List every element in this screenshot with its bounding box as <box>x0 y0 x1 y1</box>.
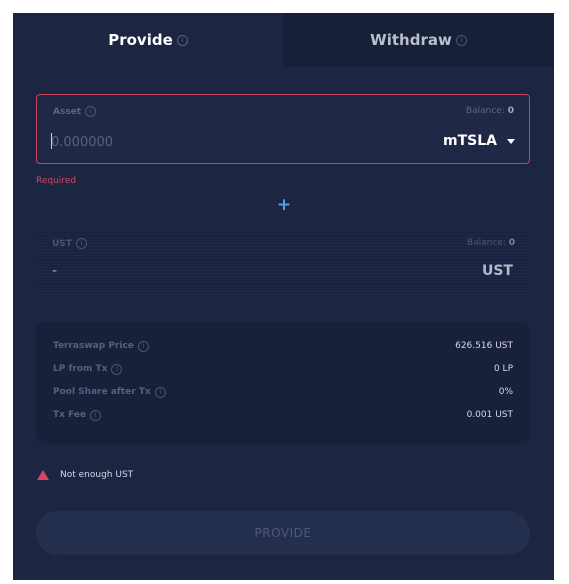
asset-balance[interactable]: Balance: 0 <box>466 106 514 116</box>
tab-bar: Provide i Withdraw i <box>13 13 554 67</box>
ust-label-text: UST <box>52 238 72 249</box>
summary-value: 0 LP <box>493 364 513 374</box>
info-icon[interactable]: i <box>176 34 188 46</box>
tab-provide[interactable]: Provide i <box>13 13 283 67</box>
summary-label-text: LP from Tx <box>53 364 108 374</box>
asset-balance-label: Balance: <box>465 106 505 116</box>
summary-label-text: Tx Fee <box>53 410 87 420</box>
info-icon[interactable]: i <box>154 386 166 398</box>
asset-label-text: Asset <box>53 106 82 117</box>
ust-balance-value: 0 <box>508 238 515 248</box>
tab-withdraw[interactable]: Withdraw i <box>283 13 554 67</box>
ust-label: UST i <box>52 238 87 249</box>
summary-row-lp: LP from Tx i 0 LP <box>53 362 513 376</box>
ust-symbol: UST <box>481 263 513 279</box>
asset-label: Asset i <box>53 106 97 117</box>
warning-icon <box>37 470 49 480</box>
asset-amount-input[interactable] <box>51 132 301 152</box>
provide-liquidity-panel: Provide i Withdraw i Asset i Balance: 0 … <box>13 13 554 580</box>
summary-label-text: Terraswap Price <box>53 341 134 351</box>
text-cursor <box>51 133 52 149</box>
ust-balance-label: Balance: <box>466 238 506 248</box>
summary-value: 626.516 UST <box>455 341 513 351</box>
summary-row-pool-share: Pool Share after Tx i 0% <box>53 385 513 399</box>
ust-amount-value: - <box>52 263 58 279</box>
plus-icon: + <box>276 195 292 215</box>
ust-input-box: UST i Balance: 0 - UST <box>36 227 530 295</box>
info-icon[interactable]: i <box>137 340 149 352</box>
summary-value: 0.001 UST <box>466 410 513 420</box>
info-icon[interactable]: i <box>90 409 102 421</box>
summary-row-tx-fee: Tx Fee i 0.001 UST <box>53 408 513 422</box>
summary-label-text: Pool Share after Tx <box>53 387 151 397</box>
token-select[interactable]: mTSLA <box>443 133 515 149</box>
tab-provide-label: Provide <box>108 31 173 49</box>
summary-label: Pool Share after Tx i <box>53 386 166 398</box>
summary-value: 0% <box>498 387 513 397</box>
warning-text: Not enough UST <box>60 470 134 480</box>
token-select-value: mTSLA <box>443 133 497 149</box>
info-icon[interactable]: i <box>85 106 97 117</box>
info-icon[interactable]: i <box>75 238 87 249</box>
warning-message: Not enough UST <box>37 470 133 480</box>
summary-label: Tx Fee i <box>53 409 102 421</box>
info-icon[interactable]: i <box>111 363 123 375</box>
summary-label: LP from Tx i <box>53 363 123 375</box>
chevron-down-icon <box>507 138 515 144</box>
summary-row-price: Terraswap Price i 626.516 UST <box>53 339 513 353</box>
asset-error-message: Required <box>36 176 77 186</box>
ust-balance: Balance: 0 <box>467 238 515 248</box>
asset-balance-value: 0 <box>507 106 514 116</box>
tx-summary: Terraswap Price i 626.516 UST LP from Tx i… <box>36 322 530 444</box>
asset-input-box: Asset i Balance: 0 mTSLA <box>36 94 530 164</box>
summary-label: Terraswap Price i <box>53 340 149 352</box>
info-icon[interactable]: i <box>455 34 467 46</box>
provide-button[interactable]: PROVIDE <box>36 511 530 555</box>
tab-withdraw-label: Withdraw <box>370 31 452 49</box>
